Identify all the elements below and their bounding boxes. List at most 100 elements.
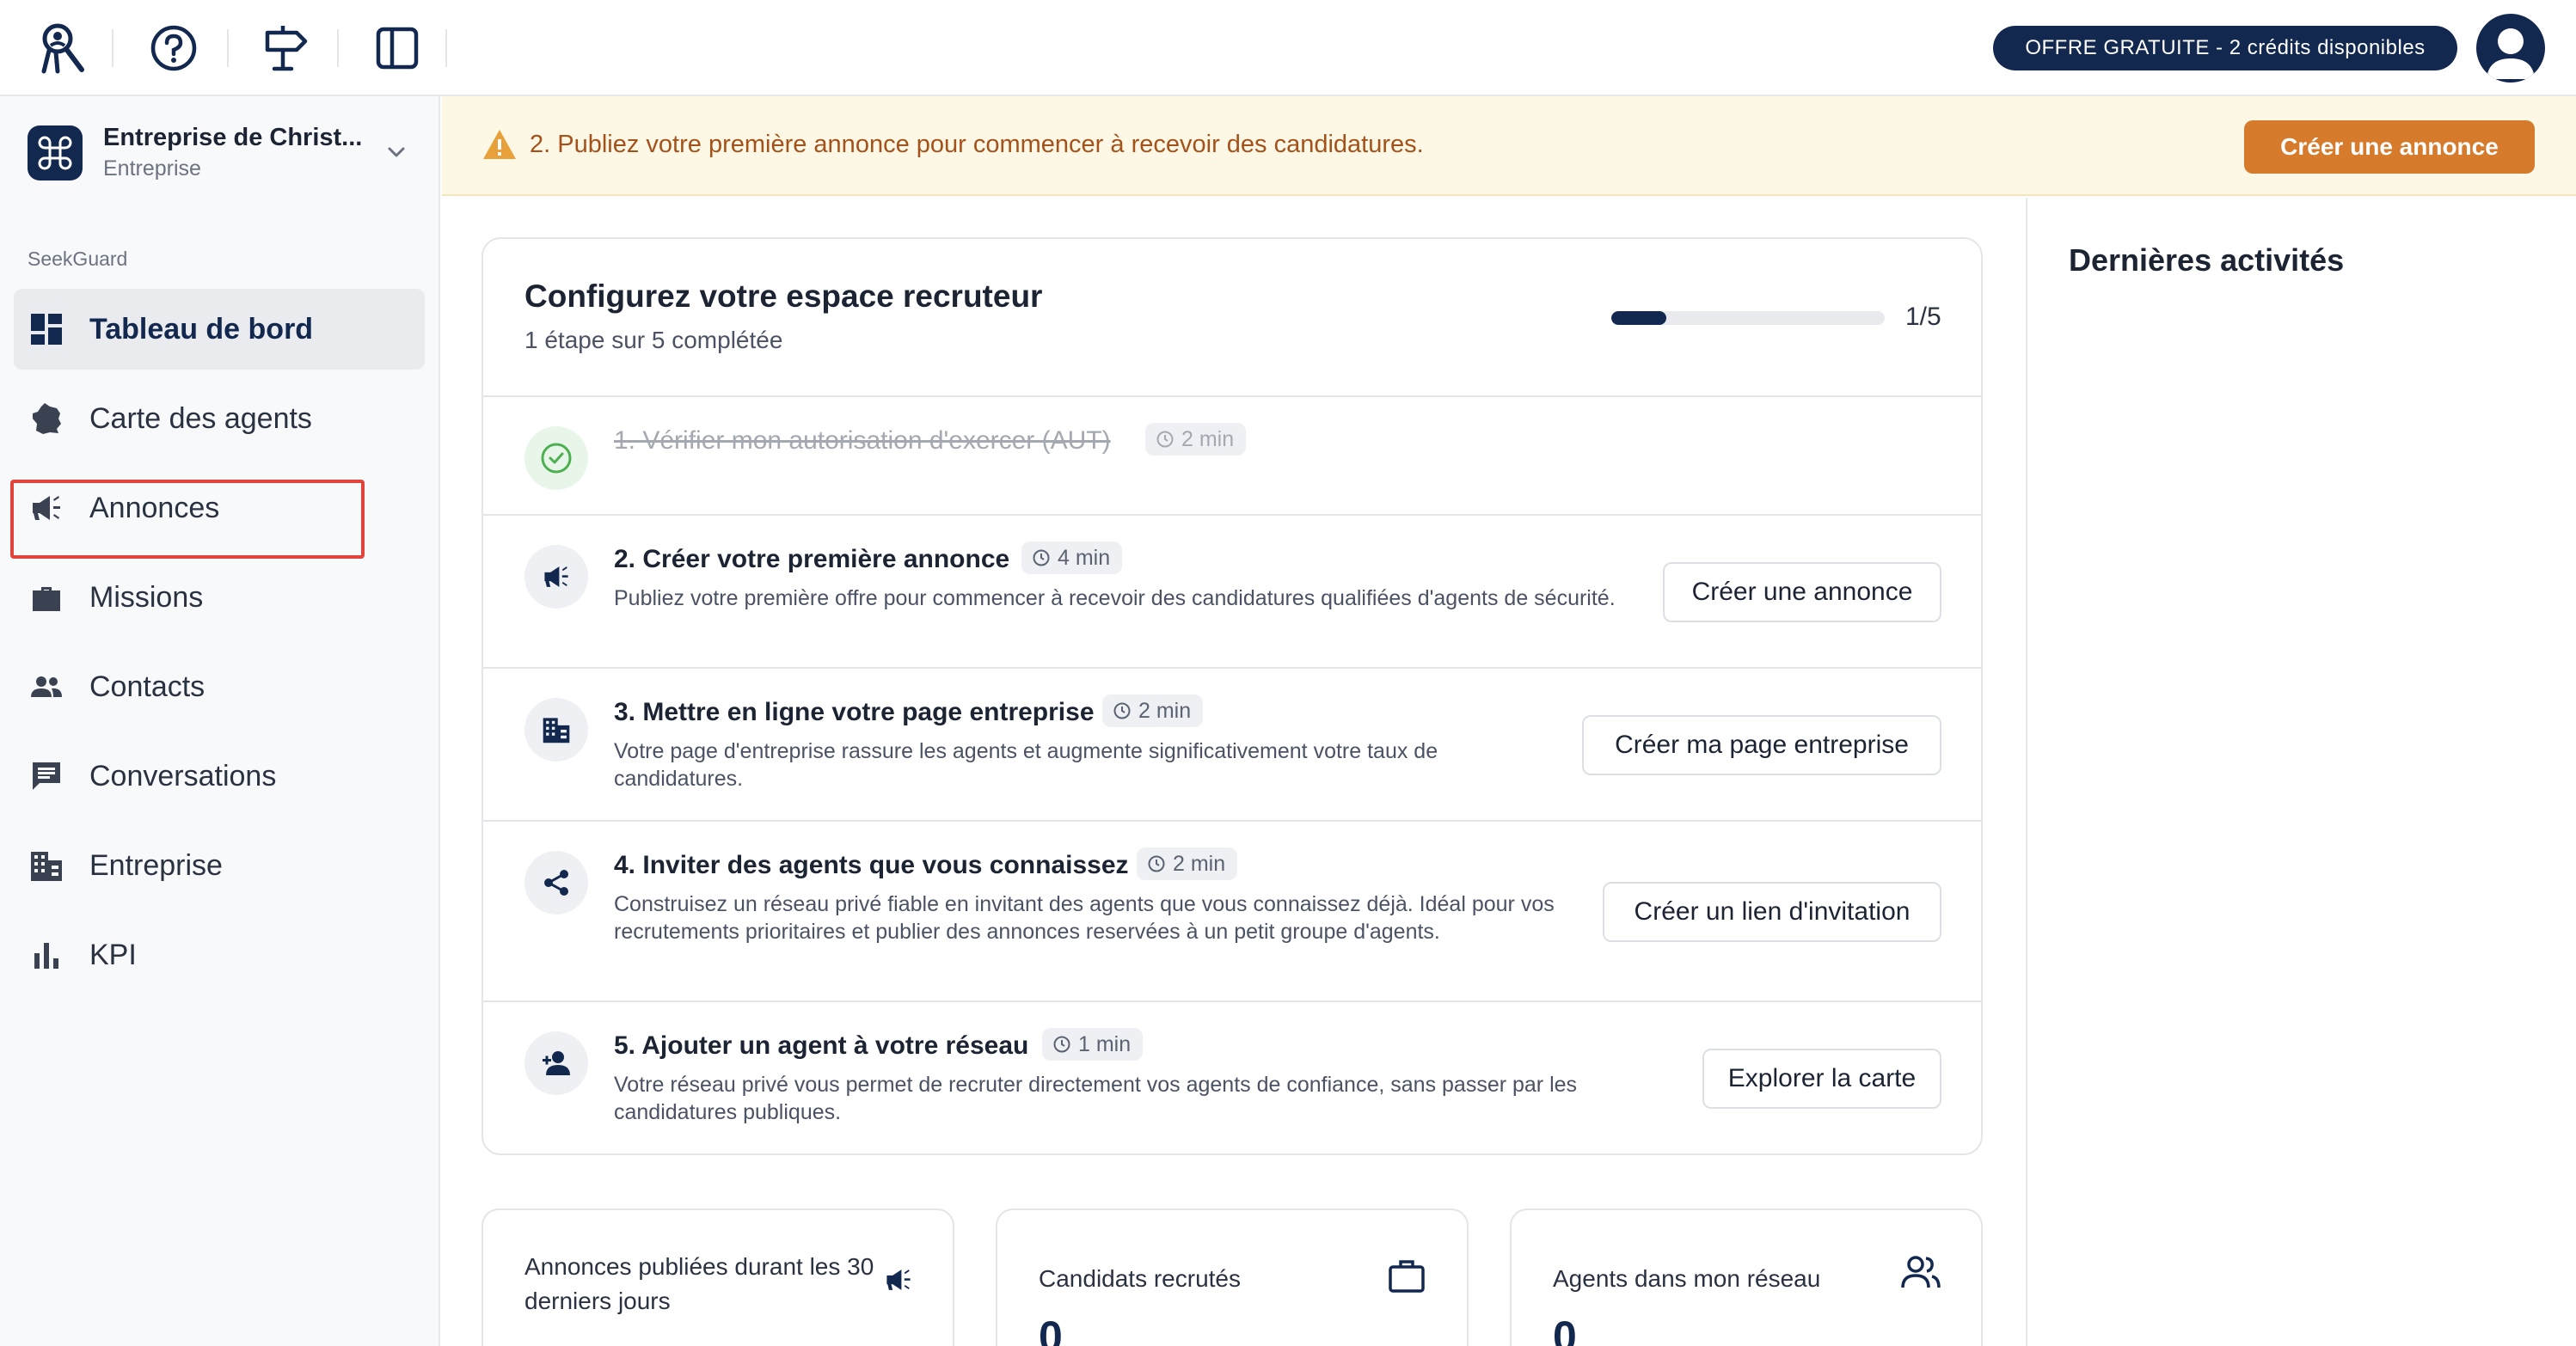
person-add-icon xyxy=(524,1031,588,1095)
dashboard-icon xyxy=(29,312,64,346)
stat-card-announcements: Annonces publiées durant les 30 derniers… xyxy=(481,1208,954,1346)
step-title: 3. Mettre en ligne votre page entreprise xyxy=(614,698,1095,726)
clock-icon xyxy=(1053,1036,1070,1053)
duration-label: 2 min xyxy=(1138,698,1192,723)
toolbar-divider xyxy=(445,29,447,67)
stat-card-network-agents: Agents dans mon réseau 0 xyxy=(1510,1208,1983,1346)
duration-label: 4 min xyxy=(1058,545,1111,570)
create-company-page-button[interactable]: Créer ma page entreprise xyxy=(1582,715,1941,775)
sidebar-item-label: Carte des agents xyxy=(89,402,312,435)
stat-label: Annonces publiées durant les 30 derniers… xyxy=(524,1253,874,1314)
sidebar-item-label: Entreprise xyxy=(89,849,223,882)
sidebar-item-kpi[interactable]: KPI xyxy=(14,915,425,995)
sidebar-item-label: Missions xyxy=(89,581,204,614)
sidebar-item-label: Tableau de bord xyxy=(89,313,314,346)
org-logo-icon xyxy=(28,125,83,180)
clock-icon xyxy=(1033,549,1050,566)
clock-icon xyxy=(1156,431,1174,448)
setup-step: 1. Vérifier mon autorisation d'exercer (… xyxy=(483,395,1981,514)
create-announcement-step-button[interactable]: Créer une annonce xyxy=(1663,562,1941,622)
sidebar-item-label: KPI xyxy=(89,939,137,971)
explore-map-button[interactable]: Explorer la carte xyxy=(1702,1049,1941,1109)
toolbar-divider xyxy=(227,29,229,67)
duration-label: 2 min xyxy=(1173,851,1226,876)
duration-badge: 4 min xyxy=(1021,541,1123,574)
org-type: Entreprise xyxy=(103,156,201,180)
duration-badge: 2 min xyxy=(1145,423,1247,456)
sidebar-item-missions[interactable]: Missions xyxy=(14,557,425,638)
setup-progress-bar xyxy=(1611,311,1885,325)
setup-card: Configurez votre espace recruteur 1 étap… xyxy=(481,237,1983,1155)
bar-chart-icon xyxy=(29,938,64,972)
sidebar-item-company[interactable]: Entreprise xyxy=(14,825,425,906)
step-title: 4. Inviter des agents que vous connaisse… xyxy=(614,851,1129,879)
sidebar-item-dashboard[interactable]: Tableau de bord xyxy=(14,289,425,370)
setup-subtitle: 1 étape sur 5 complétée xyxy=(524,327,783,353)
sidebar-item-agents-map[interactable]: Carte des agents xyxy=(14,378,425,459)
step-title: 1. Vérifier mon autorisation d'exercer (… xyxy=(614,426,1111,455)
clock-icon xyxy=(1148,855,1165,872)
people-icon xyxy=(29,670,64,704)
onboarding-banner: 2. Publiez votre première annonce pour c… xyxy=(442,96,2576,196)
chevron-down-icon[interactable] xyxy=(383,139,409,165)
duration-badge: 2 min xyxy=(1102,694,1204,727)
sidebar-item-contacts[interactable]: Contacts xyxy=(14,646,425,727)
step-description: Votre page d'entreprise rassure les agen… xyxy=(614,739,1438,791)
setup-step: 4. Inviter des agents que vous connaisse… xyxy=(483,820,1981,1000)
recent-activity-panel: Dernières activités xyxy=(2026,198,2576,1346)
duration-badge: 2 min xyxy=(1137,847,1238,880)
setup-progress-fill xyxy=(1611,311,1666,325)
free-offer-badge[interactable]: OFFRE GRATUITE - 2 crédits disponibles xyxy=(1993,26,2457,70)
stat-label: Candidats recrutés xyxy=(1039,1265,1242,1292)
sidebar-toggle-icon[interactable] xyxy=(368,19,426,77)
create-invitation-link-button[interactable]: Créer un lien d'invitation xyxy=(1603,882,1941,942)
building-icon xyxy=(524,698,588,762)
user-avatar[interactable] xyxy=(2476,14,2545,83)
org-switcher[interactable]: Entreprise de Christ... Entreprise xyxy=(28,122,414,182)
briefcase-icon xyxy=(1386,1255,1427,1296)
stat-value: 0 xyxy=(1039,1312,1063,1346)
sidebar-item-conversations[interactable]: Conversations xyxy=(14,736,425,817)
sidebar: Entreprise de Christ... Entreprise SeekG… xyxy=(0,96,440,1346)
toolbar-divider xyxy=(112,29,113,67)
stat-value: 0 xyxy=(1553,1312,1577,1346)
setup-step: 2. Créer votre première annonce 4 min Pu… xyxy=(483,514,1981,667)
share-icon xyxy=(524,851,588,915)
check-circle-icon xyxy=(524,426,588,490)
france-map-icon xyxy=(29,401,64,436)
banner-message: 2. Publiez votre première annonce pour c… xyxy=(530,131,1424,158)
step-description: Votre réseau privé vous permet de recrut… xyxy=(614,1073,1578,1124)
megaphone-icon xyxy=(884,1265,925,1306)
signpost-icon[interactable] xyxy=(256,19,315,77)
building-icon xyxy=(29,848,64,883)
setup-step: 3. Mettre en ligne votre page entreprise… xyxy=(483,667,1981,820)
duration-label: 2 min xyxy=(1181,426,1235,451)
toolbar-divider xyxy=(337,29,339,67)
sidebar-item-label: Conversations xyxy=(89,760,277,792)
chat-icon xyxy=(29,759,64,793)
warning-icon xyxy=(481,127,518,162)
step-description: Construisez un réseau privé fiable en in… xyxy=(614,892,1555,944)
megaphone-icon xyxy=(524,545,588,609)
seekguard-logo-icon[interactable] xyxy=(33,19,91,77)
setup-step: 5. Ajouter un agent à votre réseau 1 min… xyxy=(483,1000,1981,1153)
briefcase-icon xyxy=(29,580,64,615)
step-title: 2. Créer votre première annonce xyxy=(614,545,1010,573)
sidebar-section-label: SeekGuard xyxy=(28,248,128,270)
stat-label: Agents dans mon réseau xyxy=(1553,1265,1821,1292)
top-bar: OFFRE GRATUITE - 2 crédits disponibles xyxy=(0,0,2576,96)
people-icon xyxy=(1900,1251,1941,1293)
clock-icon xyxy=(1113,702,1131,719)
create-announcement-button[interactable]: Créer une annonce xyxy=(2244,120,2535,174)
highlight-annotation xyxy=(10,480,365,559)
org-name: Entreprise de Christ... xyxy=(103,124,363,151)
duration-label: 1 min xyxy=(1078,1031,1132,1056)
stat-card-hired-candidates: Candidats recrutés 0 xyxy=(996,1208,1469,1346)
setup-title: Configurez votre espace recruteur xyxy=(524,278,1043,314)
help-icon[interactable] xyxy=(144,19,203,77)
recent-activity-title: Dernières activités xyxy=(2069,242,2345,278)
setup-progress-count: 1/5 xyxy=(1905,303,1941,331)
step-title: 5. Ajouter un agent à votre réseau xyxy=(614,1031,1029,1060)
sidebar-item-label: Contacts xyxy=(89,670,205,703)
duration-badge: 1 min xyxy=(1042,1028,1144,1061)
